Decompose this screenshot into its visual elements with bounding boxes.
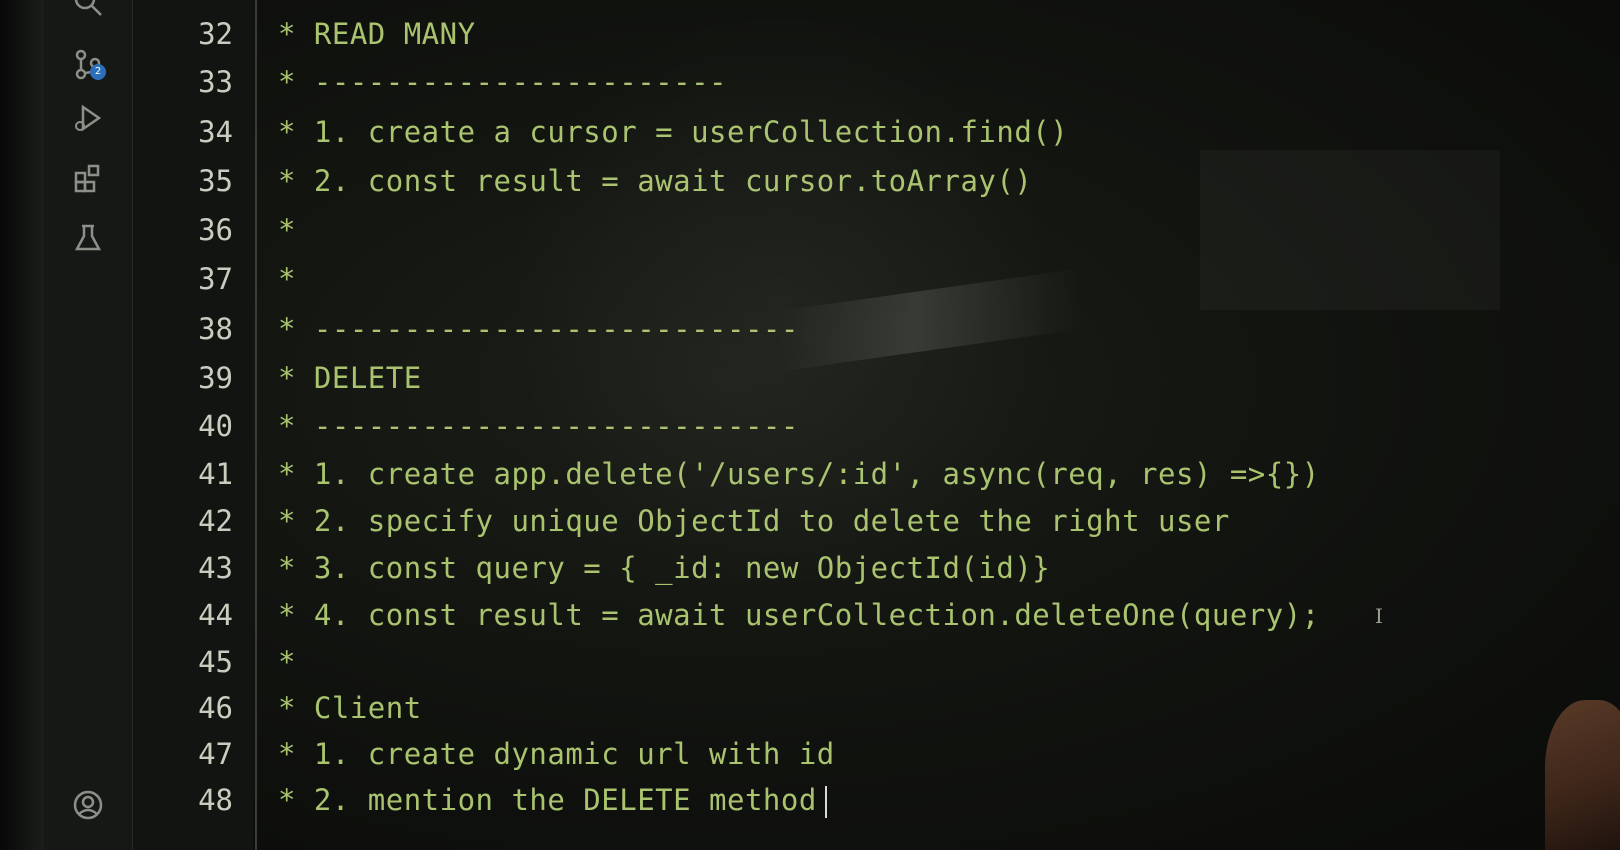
line-number: 38 xyxy=(198,312,233,346)
code-line: 37 * xyxy=(133,255,1613,303)
code-text[interactable]: * xyxy=(278,206,296,254)
code-text[interactable]: * 1. create dynamic url with id xyxy=(278,730,835,778)
line-number: 43 xyxy=(198,551,233,585)
text-cursor xyxy=(824,786,827,818)
code-text: * 2. mention the DELETE method xyxy=(278,783,817,817)
line-number: 47 xyxy=(198,737,233,771)
code-text[interactable]: * 1. create app.delete('/users/:id', asy… xyxy=(278,450,1320,498)
code-text[interactable]: * xyxy=(278,638,296,686)
line-number: 42 xyxy=(198,504,233,538)
code-text[interactable]: * xyxy=(278,255,296,303)
code-line: 43 * 3. const query = { _id: new ObjectI… xyxy=(133,544,1613,592)
code-line: 47 * 1. create dynamic url with id xyxy=(133,730,1613,778)
line-number: 32 xyxy=(198,17,233,51)
code-line: 41 * 1. create app.delete('/users/:id', … xyxy=(133,450,1613,498)
line-number: 46 xyxy=(198,691,233,725)
code-text[interactable]: * --------------------------- xyxy=(278,402,799,450)
code-line: 39 * DELETE xyxy=(133,354,1613,402)
code-text[interactable]: * --------------------------- xyxy=(278,305,799,353)
code-text-cursor-line[interactable]: * 2. mention the DELETE method xyxy=(278,776,827,824)
code-line: 38 * --------------------------- xyxy=(133,305,1613,353)
person-in-frame xyxy=(1545,700,1620,850)
code-text[interactable]: * DELETE xyxy=(278,354,422,402)
code-text[interactable]: * Client xyxy=(278,684,422,732)
code-line: 46 * Client xyxy=(133,684,1613,732)
line-number: 37 xyxy=(198,262,233,296)
code-line: 35 * 2. const result = await cursor.toAr… xyxy=(133,157,1613,205)
source-control-badge: 2 xyxy=(90,64,106,80)
code-line: 33 * ----------------------- xyxy=(133,58,1613,106)
activity-bar: 2 xyxy=(44,0,133,850)
code-text[interactable]: * 2. const result = await cursor.toArray… xyxy=(278,157,1032,205)
code-text[interactable]: * 1. create a cursor = userCollection.fi… xyxy=(278,108,1068,156)
code-text[interactable]: * 2. specify unique ObjectId to delete t… xyxy=(278,497,1230,545)
run-debug-icon[interactable] xyxy=(44,98,132,138)
extensions-icon[interactable] xyxy=(44,158,132,198)
line-number: 33 xyxy=(198,65,233,99)
line-number: 39 xyxy=(198,361,233,395)
screen: 2 32 * READ MANY 33 * ------------------… xyxy=(0,0,1620,850)
testing-icon[interactable] xyxy=(44,218,132,258)
code-line: 44 * 4. const result = await userCollect… xyxy=(133,591,1613,639)
code-line: 36 * xyxy=(133,206,1613,254)
code-text[interactable]: * ----------------------- xyxy=(278,58,727,106)
code-text[interactable]: * 3. const query = { _id: new ObjectId(i… xyxy=(278,544,1050,592)
line-number: 45 xyxy=(198,645,233,679)
code-line: 48 * 2. mention the DELETE method xyxy=(133,776,1613,824)
mouse-ibeam-icon: I xyxy=(1375,604,1383,628)
code-line: 42 * 2. specify unique ObjectId to delet… xyxy=(133,497,1613,545)
code-line: 34 * 1. create a cursor = userCollection… xyxy=(133,108,1613,156)
line-number: 34 xyxy=(198,115,233,149)
code-editor[interactable]: 32 * READ MANY 33 * --------------------… xyxy=(133,0,1620,850)
code-line: 32 * READ MANY xyxy=(133,10,1613,58)
line-number: 36 xyxy=(198,213,233,247)
monitor-bezel xyxy=(0,0,44,850)
line-number: 44 xyxy=(198,598,233,632)
code-text[interactable]: * READ MANY xyxy=(278,10,476,58)
code-line: 40 * --------------------------- xyxy=(133,402,1613,450)
code-text[interactable]: * 4. const result = await userCollection… xyxy=(278,591,1320,639)
source-control-icon[interactable]: 2 xyxy=(44,44,132,84)
line-number: 41 xyxy=(198,457,233,491)
line-number: 40 xyxy=(198,409,233,443)
line-number: 35 xyxy=(198,164,233,198)
search-icon[interactable] xyxy=(44,0,132,22)
code-line: 45 * xyxy=(133,638,1613,686)
line-number: 48 xyxy=(198,783,233,817)
account-icon[interactable] xyxy=(44,785,132,825)
